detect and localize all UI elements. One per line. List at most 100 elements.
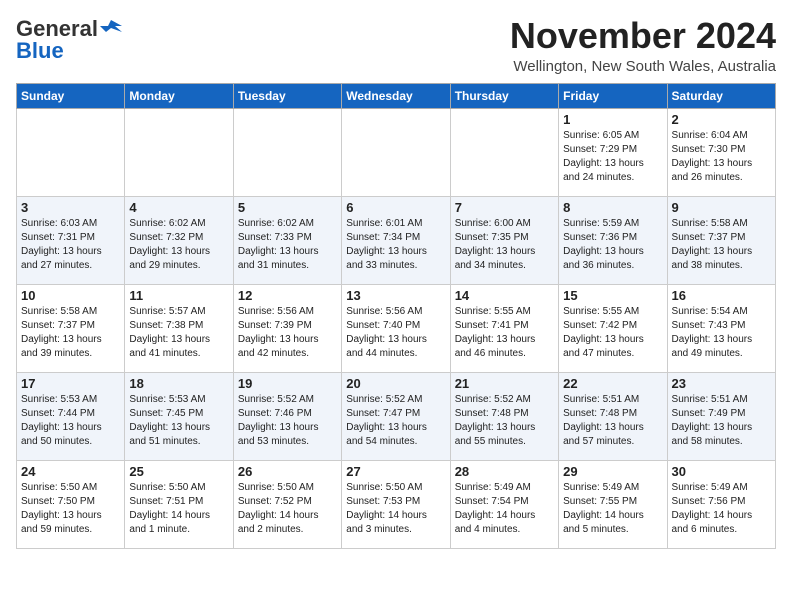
calendar-cell: 21Sunrise: 5:52 AM Sunset: 7:48 PM Dayli… (450, 372, 558, 460)
day-info: Sunrise: 5:51 AM Sunset: 7:49 PM Dayligh… (672, 393, 771, 449)
day-number: 1 (563, 112, 662, 127)
calendar-cell: 29 Sunrise: 5:49 AM Sunset: 7:55 PM Dayli… (559, 460, 667, 548)
day-number: 6 (346, 200, 445, 215)
day-number: 12 (238, 288, 337, 303)
day-number: 7 (455, 200, 554, 215)
day-info: Sunrise: 5:49 AM Sunset: 7:55 PM Dayligh… (563, 481, 662, 537)
calendar-cell (125, 108, 233, 196)
calendar-cell: 7Sunrise: 6:00 AM Sunset: 7:35 PM Daylig… (450, 196, 558, 284)
page-header: General Blue November 2024 Wellington, N… (16, 16, 776, 75)
day-info: Sunrise: 5:49 AM Sunset: 7:56 PM Dayligh… (672, 481, 771, 537)
logo: General Blue (16, 16, 122, 64)
day-info: Sunrise: 5:49 AM Sunset: 7:54 PM Dayligh… (455, 481, 554, 537)
day-info: Sunrise: 5:55 AM Sunset: 7:42 PM Dayligh… (563, 305, 662, 361)
calendar-cell: 4 Sunrise: 6:02 AM Sunset: 7:32 PM Daylig… (125, 196, 233, 284)
calendar-cell: 6Sunrise: 6:01 AM Sunset: 7:34 PM Daylig… (342, 196, 450, 284)
day-info: Sunrise: 5:50 AM Sunset: 7:52 PM Dayligh… (238, 481, 337, 537)
calendar-cell: 15 Sunrise: 5:55 AM Sunset: 7:42 PM Dayli… (559, 284, 667, 372)
calendar-cell: 20Sunrise: 5:52 AM Sunset: 7:47 PM Dayli… (342, 372, 450, 460)
calendar-cell: 30Sunrise: 5:49 AM Sunset: 7:56 PM Dayli… (667, 460, 775, 548)
logo-bird-icon (100, 18, 122, 40)
day-info: Sunrise: 6:02 AM Sunset: 7:32 PM Dayligh… (129, 217, 228, 273)
day-number: 5 (238, 200, 337, 215)
header-day-tuesday: Tuesday (233, 83, 341, 108)
day-number: 4 (129, 200, 228, 215)
calendar-cell: 23Sunrise: 5:51 AM Sunset: 7:49 PM Dayli… (667, 372, 775, 460)
calendar-week-3: 10 Sunrise: 5:58 AM Sunset: 7:37 PM Dayli… (17, 284, 776, 372)
day-number: 19 (238, 376, 337, 391)
calendar-cell: 22 Sunrise: 5:51 AM Sunset: 7:48 PM Dayli… (559, 372, 667, 460)
calendar-cell (450, 108, 558, 196)
day-number: 3 (21, 200, 120, 215)
day-number: 27 (346, 464, 445, 479)
day-number: 25 (129, 464, 228, 479)
calendar-cell: 17 Sunrise: 5:53 AM Sunset: 7:44 PM Dayli… (17, 372, 125, 460)
day-info: Sunrise: 5:57 AM Sunset: 7:38 PM Dayligh… (129, 305, 228, 361)
calendar-cell: 27 Sunrise: 5:50 AM Sunset: 7:53 PM Dayli… (342, 460, 450, 548)
day-info: Sunrise: 5:50 AM Sunset: 7:53 PM Dayligh… (346, 481, 445, 537)
calendar-cell (342, 108, 450, 196)
day-number: 16 (672, 288, 771, 303)
day-number: 18 (129, 376, 228, 391)
day-info: Sunrise: 5:55 AM Sunset: 7:41 PM Dayligh… (455, 305, 554, 361)
calendar-week-4: 17 Sunrise: 5:53 AM Sunset: 7:44 PM Dayli… (17, 372, 776, 460)
day-info: Sunrise: 5:58 AM Sunset: 7:37 PM Dayligh… (672, 217, 771, 273)
calendar-cell: 24Sunrise: 5:50 AM Sunset: 7:50 PM Dayli… (17, 460, 125, 548)
header-day-saturday: Saturday (667, 83, 775, 108)
calendar-cell: 13 Sunrise: 5:56 AM Sunset: 7:40 PM Dayli… (342, 284, 450, 372)
calendar-cell: 19 Sunrise: 5:52 AM Sunset: 7:46 PM Dayli… (233, 372, 341, 460)
day-info: Sunrise: 5:52 AM Sunset: 7:46 PM Dayligh… (238, 393, 337, 449)
calendar-cell: 5 Sunrise: 6:02 AM Sunset: 7:33 PM Daylig… (233, 196, 341, 284)
day-number: 13 (346, 288, 445, 303)
location-subtitle: Wellington, New South Wales, Australia (510, 58, 776, 75)
calendar-week-1: 1 Sunrise: 6:05 AM Sunset: 7:29 PM Daylig… (17, 108, 776, 196)
day-number: 14 (455, 288, 554, 303)
calendar-cell: 2Sunrise: 6:04 AM Sunset: 7:30 PM Daylig… (667, 108, 775, 196)
day-info: Sunrise: 5:53 AM Sunset: 7:45 PM Dayligh… (129, 393, 228, 449)
day-number: 2 (672, 112, 771, 127)
day-number: 22 (563, 376, 662, 391)
title-area: November 2024 Wellington, New South Wale… (510, 16, 776, 75)
day-number: 17 (21, 376, 120, 391)
day-number: 15 (563, 288, 662, 303)
day-number: 29 (563, 464, 662, 479)
day-info: Sunrise: 6:02 AM Sunset: 7:33 PM Dayligh… (238, 217, 337, 273)
calendar-cell (233, 108, 341, 196)
day-number: 26 (238, 464, 337, 479)
day-info: Sunrise: 6:03 AM Sunset: 7:31 PM Dayligh… (21, 217, 120, 273)
day-info: Sunrise: 5:52 AM Sunset: 7:48 PM Dayligh… (455, 393, 554, 449)
day-info: Sunrise: 5:53 AM Sunset: 7:44 PM Dayligh… (21, 393, 120, 449)
day-info: Sunrise: 5:50 AM Sunset: 7:51 PM Dayligh… (129, 481, 228, 537)
header-day-monday: Monday (125, 83, 233, 108)
day-info: Sunrise: 6:05 AM Sunset: 7:29 PM Dayligh… (563, 129, 662, 185)
day-number: 8 (563, 200, 662, 215)
day-info: Sunrise: 5:56 AM Sunset: 7:40 PM Dayligh… (346, 305, 445, 361)
header-day-wednesday: Wednesday (342, 83, 450, 108)
calendar-header: SundayMondayTuesdayWednesdayThursdayFrid… (17, 83, 776, 108)
header-day-friday: Friday (559, 83, 667, 108)
day-info: Sunrise: 5:51 AM Sunset: 7:48 PM Dayligh… (563, 393, 662, 449)
day-info: Sunrise: 5:56 AM Sunset: 7:39 PM Dayligh… (238, 305, 337, 361)
calendar-cell: 14 Sunrise: 5:55 AM Sunset: 7:41 PM Dayli… (450, 284, 558, 372)
day-info: Sunrise: 5:52 AM Sunset: 7:47 PM Dayligh… (346, 393, 445, 449)
header-day-thursday: Thursday (450, 83, 558, 108)
header-row: SundayMondayTuesdayWednesdayThursdayFrid… (17, 83, 776, 108)
day-info: Sunrise: 5:50 AM Sunset: 7:50 PM Dayligh… (21, 481, 120, 537)
calendar-week-2: 3 Sunrise: 6:03 AM Sunset: 7:31 PM Daylig… (17, 196, 776, 284)
month-title: November 2024 (510, 16, 776, 56)
calendar-table: SundayMondayTuesdayWednesdayThursdayFrid… (16, 83, 776, 549)
calendar-cell: 16 Sunrise: 5:54 AM Sunset: 7:43 PM Dayli… (667, 284, 775, 372)
day-number: 11 (129, 288, 228, 303)
calendar-cell: 3 Sunrise: 6:03 AM Sunset: 7:31 PM Daylig… (17, 196, 125, 284)
calendar-cell: 11 Sunrise: 5:57 AM Sunset: 7:38 PM Dayli… (125, 284, 233, 372)
calendar-cell: 25 Sunrise: 5:50 AM Sunset: 7:51 PM Dayli… (125, 460, 233, 548)
calendar-body: 1 Sunrise: 6:05 AM Sunset: 7:29 PM Daylig… (17, 108, 776, 548)
day-number: 10 (21, 288, 120, 303)
logo-blue-text: Blue (16, 38, 64, 64)
day-number: 9 (672, 200, 771, 215)
day-info: Sunrise: 5:59 AM Sunset: 7:36 PM Dayligh… (563, 217, 662, 273)
calendar-cell (17, 108, 125, 196)
day-number: 28 (455, 464, 554, 479)
day-info: Sunrise: 5:54 AM Sunset: 7:43 PM Dayligh… (672, 305, 771, 361)
day-info: Sunrise: 5:58 AM Sunset: 7:37 PM Dayligh… (21, 305, 120, 361)
